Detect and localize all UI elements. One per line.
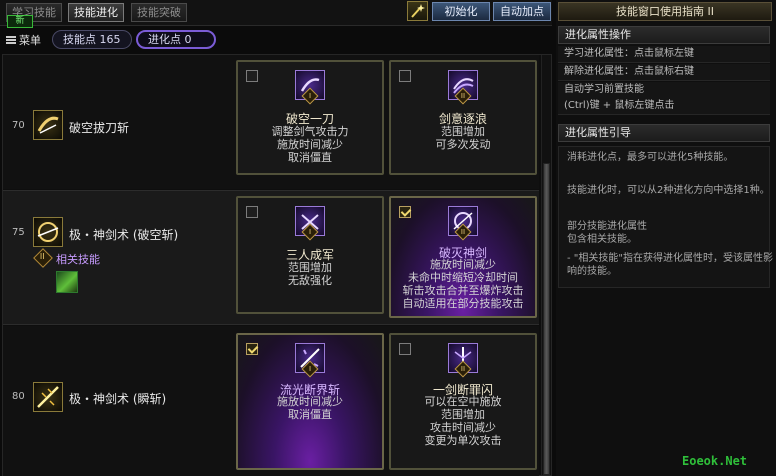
skill-evolution-list: 70 破空拔刀斩 I 破空一刀 调整剑气攻击力 施放时间减少 取消僵直 II 剑… bbox=[2, 54, 552, 476]
skill-level: 80 bbox=[12, 391, 25, 402]
scrollbar-thumb[interactable] bbox=[543, 163, 550, 475]
evolution-card[interactable]: I 破空一刀 调整剑气攻击力 施放时间减少 取消僵直 bbox=[236, 60, 384, 175]
guide-paragraph: - "相关技能"指在获得进化属性时，受该属性影响的技能。 bbox=[567, 253, 773, 277]
evolution-checkbox[interactable] bbox=[399, 343, 411, 355]
reset-button[interactable]: 初始化 bbox=[432, 2, 490, 21]
evolution-desc-line: 范围增加 bbox=[441, 408, 485, 421]
skill-row: 70 破空拔刀斩 I 破空一刀 调整剑气攻击力 施放时间减少 取消僵直 II 剑… bbox=[3, 55, 539, 189]
tab-skill-breakthrough[interactable]: 技能突破 bbox=[131, 3, 187, 22]
section-evolution-operations: 进化属性操作 bbox=[558, 26, 770, 44]
evolution-checkbox[interactable] bbox=[399, 70, 411, 82]
evolution-desc-line: 范围增加 bbox=[288, 261, 332, 274]
tab-skill-evolution[interactable]: 技能进化 bbox=[68, 3, 124, 22]
evolution-desc-line: 变更为单次攻击 bbox=[424, 434, 502, 447]
guide-line: 解除进化属性：点击鼠标右键 bbox=[558, 64, 770, 81]
guide-text-box: 消耗进化点，最多可以进化5种技能。 技能进化时，可以从2种进化方向中选择1种。 … bbox=[558, 146, 773, 288]
evolution-desc-line: 自动适用在部分技能攻击 bbox=[402, 297, 524, 310]
evolution-checkbox-checked[interactable] bbox=[399, 206, 411, 218]
skill-level: 70 bbox=[12, 120, 25, 131]
evolution-checkbox[interactable] bbox=[246, 70, 258, 82]
evolution-desc-line: 无敌强化 bbox=[288, 274, 332, 287]
auto-add-button[interactable]: 自动加点 bbox=[493, 2, 551, 21]
points-row: 菜单 技能点 165 进化点 0 bbox=[0, 28, 552, 52]
evolution-desc-line: 调整剑气攻击力 bbox=[271, 125, 349, 138]
skill-level: 75 bbox=[12, 227, 25, 238]
guide-paragraph: 包含相关技能。 bbox=[567, 234, 637, 245]
new-badge: 新 bbox=[7, 15, 33, 28]
skill-sword-art-icon[interactable] bbox=[33, 217, 63, 247]
menu-label: 菜单 bbox=[19, 34, 41, 47]
menu-icon bbox=[6, 36, 16, 44]
evolution-desc-line: 斩击攻击合并至爆炸攻击 bbox=[402, 284, 524, 297]
evolution-desc-line: 攻击时间减少 bbox=[430, 421, 496, 434]
wand-icon bbox=[411, 4, 425, 18]
guide-paragraph: 部分技能进化属性 bbox=[567, 221, 647, 232]
evolution-desc-line: 取消僵直 bbox=[288, 408, 332, 421]
top-tab-bar: 学习技能 技能进化 技能突破 新 初始化 自动加点 bbox=[0, 0, 552, 28]
guide-paragraph: 消耗进化点，最多可以进化5种技能。 bbox=[567, 152, 734, 163]
guide-line: 学习进化属性：点击鼠标左键 bbox=[558, 46, 770, 63]
evolution-desc-line: 施放时间减少 bbox=[277, 395, 343, 408]
evolution-desc-line: 取消僵直 bbox=[288, 151, 332, 164]
evolution-desc-line: 范围增加 bbox=[441, 125, 485, 138]
skill-name: 极・神剑术 (破空斩) bbox=[69, 228, 179, 242]
related-skill-icon[interactable] bbox=[56, 271, 78, 293]
related-skills-label: 相关技能 bbox=[56, 253, 100, 266]
evolution-card-selected[interactable]: I 流光断界斩 施放时间减少 取消僵直 bbox=[236, 333, 384, 470]
skill-slash-icon[interactable] bbox=[33, 110, 63, 140]
skill-name: 破空拔刀斩 bbox=[69, 121, 130, 135]
skill-points-badge: 技能点 165 bbox=[52, 30, 132, 49]
evolution-desc-line: 施放时间减少 bbox=[277, 138, 343, 151]
evolution-card-selected[interactable]: II 破灭神剑 施放时间减少 未命中时缩短冷却时间 斩击攻击合并至爆炸攻击 自动… bbox=[389, 196, 537, 318]
guide-panel: 技能窗口使用指南 II 进化属性操作 学习进化属性：点击鼠标左键 解除进化属性：… bbox=[556, 0, 776, 476]
skill-flash-slash-icon[interactable] bbox=[33, 382, 63, 412]
evolution-checkbox-checked[interactable] bbox=[246, 343, 258, 355]
evolution-card[interactable]: II 剑意逐浪 范围增加 可多次发动 bbox=[389, 60, 537, 175]
evolution-desc-line: 可以在空中施放 bbox=[424, 395, 502, 408]
guide-title: 技能窗口使用指南 II bbox=[558, 2, 772, 21]
skill-row: 80 极・神剑术 (瞬斩) I 流光断界斩 施放时间减少 取消僵直 II 一剑断… bbox=[3, 326, 539, 476]
evolution-desc-line: 施放时间减少 bbox=[430, 258, 496, 271]
section-evolution-guide: 进化属性引导 bbox=[558, 124, 770, 142]
related-badge-icon: II bbox=[33, 248, 53, 268]
skill-row: 75 极・神剑术 (破空斩) II 相关技能 I 三人成军 范围增加 无敌强化 … bbox=[3, 190, 539, 325]
evolution-checkbox[interactable] bbox=[246, 206, 258, 218]
skill-name: 极・神剑术 (瞬斩) bbox=[69, 392, 167, 406]
evolution-card[interactable]: II 一剑断罪闪 可以在空中施放 范围增加 攻击时间减少 变更为单次攻击 bbox=[389, 333, 537, 470]
guide-paragraph: 技能进化时，可以从2种进化方向中选择1种。 bbox=[567, 185, 770, 196]
evolution-desc-line: 未命中时缩短冷却时间 bbox=[408, 271, 518, 284]
guide-line: 自动学习前置技能 (Ctrl)键 + 鼠标左键点击 bbox=[558, 82, 770, 115]
list-scrollbar[interactable] bbox=[541, 55, 551, 475]
wand-button[interactable] bbox=[407, 1, 428, 21]
evolution-card[interactable]: I 三人成军 范围增加 无敌强化 bbox=[236, 196, 384, 314]
menu-button[interactable]: 菜单 bbox=[6, 32, 41, 48]
watermark: Eoeok.Net bbox=[682, 454, 748, 468]
evolution-desc-line: 可多次发动 bbox=[435, 138, 491, 151]
evolution-points-badge: 进化点 0 bbox=[136, 30, 216, 49]
